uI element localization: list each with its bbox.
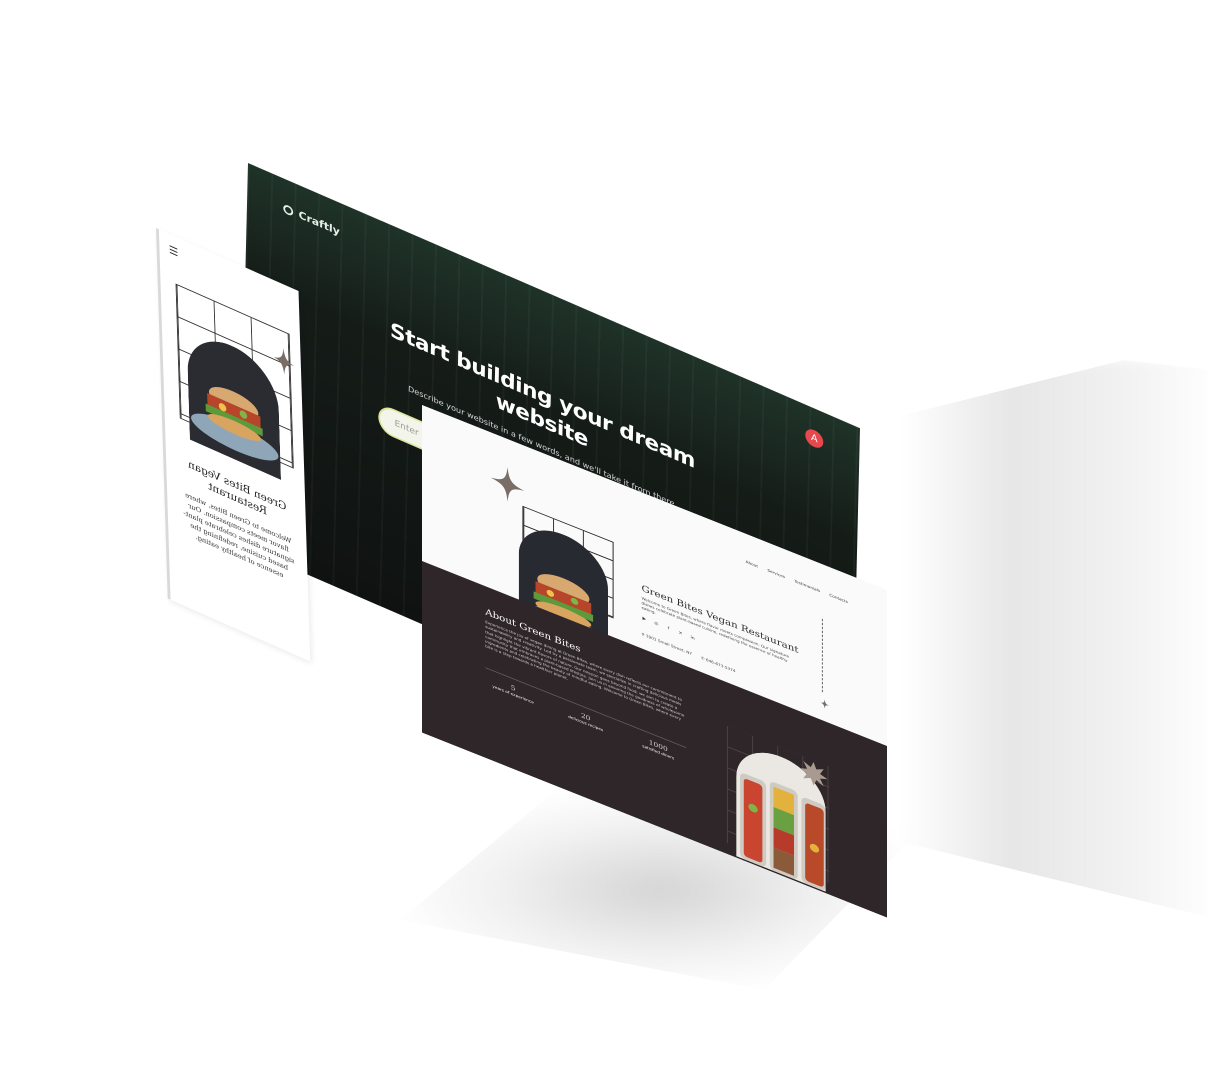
youtube-icon[interactable]: ▶: [641, 616, 647, 623]
hamburger-menu-icon[interactable]: ☰: [169, 243, 179, 259]
phone-text: 646-673-5374: [705, 658, 736, 675]
mobile-mirrored-content: Green Bites Vegan Restaurant Welcome to …: [166, 448, 310, 593]
background-shadow-wall: [900, 360, 1208, 920]
craftly-logo[interactable]: Craftly: [283, 202, 340, 238]
mobile-preview-screen: ☰ Green Bites Vegan Restaurant Welcome t…: [156, 228, 311, 662]
craftly-logo-icon: [283, 203, 294, 217]
x-icon[interactable]: ✕: [678, 630, 684, 637]
nav-about[interactable]: About: [746, 560, 758, 569]
instagram-icon[interactable]: ◎: [654, 620, 660, 627]
dashed-divider: [821, 618, 823, 693]
nav-services[interactable]: Services: [767, 569, 785, 580]
facebook-icon[interactable]: f: [666, 625, 672, 632]
linkedin-icon[interactable]: in: [690, 635, 696, 642]
user-avatar[interactable]: A: [805, 426, 824, 451]
nav-contacts[interactable]: Contacts: [829, 594, 847, 605]
phone[interactable]: ✆ 646-673-5374: [701, 656, 735, 674]
mockup-stage: Craftly A Start building your dream webs…: [0, 0, 1208, 1080]
nav-testimonials[interactable]: Testimonials: [794, 580, 820, 594]
small-sparkle-icon: [820, 699, 830, 709]
restaurant-title: Green Bites Vegan Restaurant: [641, 582, 799, 656]
craftly-logo-text: Craftly: [298, 208, 340, 238]
sparkle-star-icon: [490, 467, 525, 502]
